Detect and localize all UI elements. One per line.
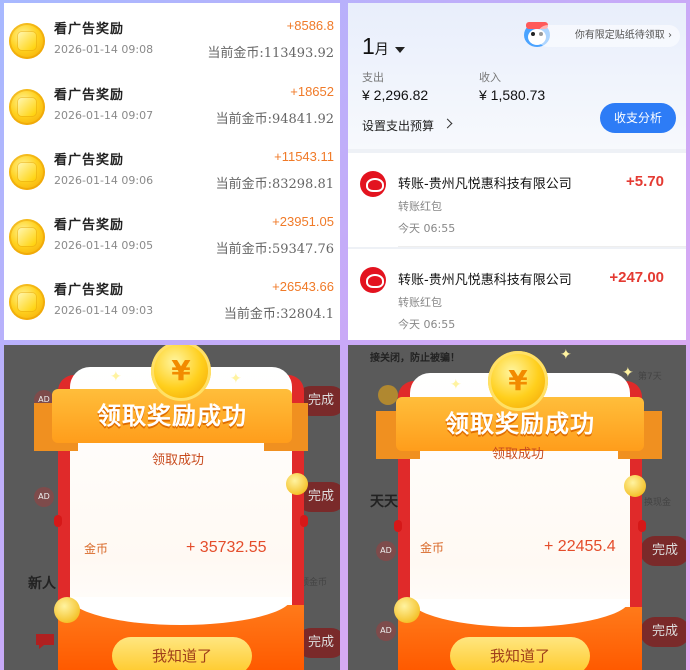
- frame-notch: [638, 520, 646, 532]
- yuan-coin-icon: ¥: [488, 351, 548, 411]
- reward-time: 2026-01-14 09:08: [54, 43, 154, 56]
- reward-title: 看广告奖励: [54, 88, 125, 103]
- coin-history-panel: 看广告奖励 2026-01-14 09:08 +8586.8 当前金币:1134…: [4, 3, 340, 340]
- confirm-button[interactable]: 我知道了: [450, 637, 590, 670]
- bg-complete-button: 完成: [640, 617, 686, 647]
- month-selector[interactable]: 1月: [362, 33, 389, 60]
- coin-icon: [9, 89, 45, 125]
- chevron-right-icon: [442, 118, 453, 129]
- reward-dialog-left-panel: AD AD 完成 完成 完成 新人 领金币 领取奖励成功 ¥ ✦ ✦ 领取成功 …: [4, 345, 340, 670]
- sparkle-icon: ✦: [622, 365, 634, 381]
- frame-notch: [300, 515, 308, 527]
- transaction-row[interactable]: 转账-贵州凡悦惠科技有限公司 +247.00 转账红包 今天 06:55: [348, 249, 686, 340]
- promo-text: 你有限定贴纸待领取: [574, 30, 665, 41]
- chevron-down-icon[interactable]: [395, 47, 405, 53]
- bg-coins-text: 领金币: [300, 578, 328, 588]
- frame-notch: [394, 520, 402, 532]
- reward-dialog-right-panel: 接关闭，防止被骗！ 第7天 天天 换现金 AD AD 完成 完成 领取奖励成功 …: [348, 345, 686, 670]
- month-value: 1: [362, 33, 375, 59]
- coin-icon: [9, 219, 45, 255]
- reward-time: 2026-01-14 09:03: [54, 304, 154, 317]
- company-logo-icon: [360, 171, 386, 197]
- floating-coin-icon: [286, 473, 308, 495]
- bg-daily-text: 天天: [370, 494, 398, 510]
- floating-coin-icon: [624, 475, 646, 497]
- bg-notice-text: 接关闭，防止被骗！: [370, 353, 460, 364]
- ad-badge: AD: [34, 487, 54, 507]
- company-logo-icon: [360, 267, 386, 293]
- sparkle-icon: ✦: [230, 371, 242, 387]
- reward-time: 2026-01-14 09:06: [54, 174, 154, 187]
- list-item[interactable]: 看广告奖励 2026-01-14 09:07 +18652 当前金币:94841…: [4, 75, 340, 141]
- reward-balance: 当前金币:113493.92: [207, 46, 334, 61]
- bill-summary-card: 1月 你有限定贴纸待领取 › 支出 ¥ 2,296.82 收入 ¥ 1,580.…: [348, 3, 686, 149]
- confirm-button[interactable]: 我知道了: [112, 637, 252, 670]
- transaction-time: 今天 06:55: [398, 318, 456, 331]
- coin-icon: [9, 284, 45, 320]
- reward-amount: +26543.66: [272, 279, 334, 294]
- reward-balance: 当前金币:59347.76: [215, 242, 334, 257]
- reward-amount: +23951.05: [272, 214, 334, 229]
- coin-icon: [9, 154, 45, 190]
- reward-title: 看广告奖励: [54, 153, 125, 168]
- chat-icon: [36, 634, 54, 649]
- frame-notch: [54, 515, 62, 527]
- reward-balance: 当前金币:94841.92: [215, 112, 334, 127]
- bg-badge: [378, 385, 398, 405]
- list-item[interactable]: 看广告奖励 2026-01-14 09:05 +23951.05 当前金币:59…: [4, 205, 340, 271]
- transaction-amount: +247.00: [609, 269, 664, 286]
- transaction-subtitle: 转账红包: [398, 200, 442, 213]
- sparkle-icon: ✦: [560, 347, 572, 363]
- reward-amount: +11543.11: [274, 149, 334, 164]
- reward-time: 2026-01-14 09:05: [54, 239, 154, 252]
- ad-badge: AD: [376, 621, 396, 641]
- transaction-time: 今天 06:55: [398, 222, 456, 235]
- sticker-promo-link[interactable]: 你有限定贴纸待领取 ›: [536, 25, 680, 47]
- sparkle-icon: ✦: [450, 377, 462, 393]
- dialog-status: 领取成功: [152, 453, 205, 468]
- transaction-subtitle: 转账红包: [398, 296, 442, 309]
- analysis-button[interactable]: 收支分析: [600, 103, 676, 133]
- bg-day-label: 第7天: [638, 372, 662, 382]
- expense-label: 支出: [362, 71, 384, 84]
- coin-icon: [9, 23, 45, 59]
- reward-title: 看广告奖励: [54, 218, 125, 233]
- transaction-amount: +5.70: [626, 173, 664, 190]
- month-unit: 月: [374, 41, 389, 57]
- sparkle-icon: ✦: [110, 369, 122, 385]
- bill-panel: 1月 你有限定贴纸待领取 › 支出 ¥ 2,296.82 收入 ¥ 1,580.…: [348, 3, 686, 340]
- floating-coin-icon: [54, 597, 80, 623]
- reward-time: 2026-01-14 09:07: [54, 109, 154, 122]
- transaction-title: 转账-贵州凡悦惠科技有限公司: [398, 273, 572, 288]
- transaction-row[interactable]: 转账-贵州凡悦惠科技有限公司 +5.70 转账红包 今天 06:55: [348, 153, 686, 247]
- reward-amount: +8586.8: [286, 18, 334, 33]
- currency-label: 金币: [420, 541, 445, 555]
- reward-balance: 当前金币:83298.81: [215, 177, 334, 192]
- list-item[interactable]: 看广告奖励 2026-01-14 09:06 +11543.11 当前金币:83…: [4, 140, 340, 206]
- divider: [398, 246, 686, 247]
- expense-value: ¥ 2,296.82: [362, 87, 429, 103]
- reward-balance: 当前金币:32804.1: [223, 307, 334, 322]
- reward-amount: +18652: [290, 84, 334, 99]
- income-label: 收入: [479, 71, 501, 84]
- bg-cash-text: 换现金: [644, 498, 672, 508]
- reward-value: + 22455.4: [544, 538, 616, 555]
- reward-title: 看广告奖励: [54, 283, 125, 298]
- transaction-title: 转账-贵州凡悦惠科技有限公司: [398, 177, 572, 192]
- list-item[interactable]: 看广告奖励 2026-01-14 09:03 +26543.66 当前金币:32…: [4, 270, 340, 336]
- list-item[interactable]: 看广告奖励 2026-01-14 09:08 +8586.8 当前金币:1134…: [4, 9, 340, 75]
- income-value: ¥ 1,580.73: [479, 87, 546, 103]
- bg-new-user-text: 新人: [28, 576, 56, 592]
- ad-badge: AD: [376, 541, 396, 561]
- floating-coin-icon: [394, 597, 420, 623]
- currency-label: 金币: [84, 542, 109, 556]
- bg-complete-button: 完成: [640, 536, 686, 566]
- reward-value: + 35732.55: [186, 539, 267, 556]
- dialog-status: 领取成功: [492, 447, 545, 462]
- reward-title: 看广告奖励: [54, 22, 125, 37]
- budget-link[interactable]: 设置支出预算: [362, 117, 434, 134]
